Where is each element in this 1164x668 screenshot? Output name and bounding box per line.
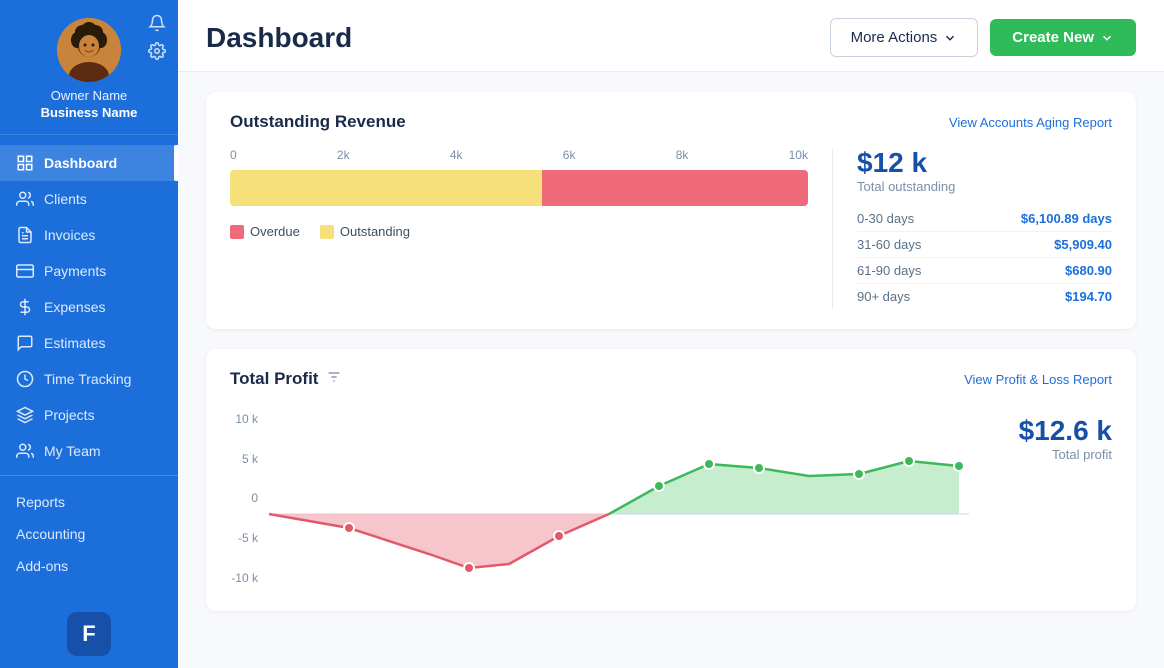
outstanding-revenue-card: Outstanding Revenue View Accounts Aging … xyxy=(206,92,1136,329)
outstanding-revenue-title: Outstanding Revenue xyxy=(230,112,406,132)
create-new-button[interactable]: Create New xyxy=(990,19,1136,56)
page-title: Dashboard xyxy=(206,22,352,54)
aging-row-3: 90+ days $194.70 xyxy=(857,284,1112,309)
filter-icon[interactable] xyxy=(326,369,342,390)
business-name: Business Name xyxy=(41,105,138,120)
more-actions-button[interactable]: More Actions xyxy=(830,18,979,57)
sidebar-item-label: Expenses xyxy=(44,299,105,315)
my-team-icon xyxy=(16,442,34,460)
bar-legend: Overdue Outstanding xyxy=(230,224,808,239)
sidebar-item-accounting[interactable]: Accounting xyxy=(0,518,178,550)
estimates-icon xyxy=(16,334,34,352)
aging-value: $6,100.89 days xyxy=(1021,211,1112,226)
topbar: Dashboard More Actions Create New xyxy=(178,0,1164,72)
sidebar-item-estimates[interactable]: Estimates xyxy=(0,325,178,361)
aging-value: $680.90 xyxy=(1065,263,1112,278)
sidebar-item-label: Dashboard xyxy=(44,155,117,171)
time-tracking-icon xyxy=(16,370,34,388)
expenses-icon xyxy=(16,298,34,316)
view-profit-loss-link[interactable]: View Profit & Loss Report xyxy=(964,372,1112,387)
aging-row-2: 61-90 days $680.90 xyxy=(857,258,1112,284)
payments-icon xyxy=(16,262,34,280)
overdue-legend-dot xyxy=(230,225,244,239)
sidebar-item-my-team[interactable]: My Team xyxy=(0,433,178,469)
aging-label: 31-60 days xyxy=(857,237,921,252)
total-profit-title: Total Profit xyxy=(230,369,318,389)
sidebar-item-label: Time Tracking xyxy=(44,371,131,387)
aging-value: $5,909.40 xyxy=(1054,237,1112,252)
sidebar-item-label: Estimates xyxy=(44,335,105,351)
sidebar: Owner Name Business Name Dashboard Clien… xyxy=(0,0,178,668)
profit-chart-svg-wrapper xyxy=(266,406,972,591)
revenue-total-amount: $12 k xyxy=(857,148,1112,179)
aging-row-0: 0-30 days $6,100.89 days xyxy=(857,206,1112,232)
settings-icon[interactable] xyxy=(148,42,166,60)
revenue-chart-area: 0 2k 4k 6k 8k 10k xyxy=(230,148,1112,309)
aging-label: 61-90 days xyxy=(857,263,921,278)
sidebar-item-time-tracking[interactable]: Time Tracking xyxy=(0,361,178,397)
sidebar-bottom-links: Reports Accounting Add-ons xyxy=(0,482,178,586)
view-accounts-aging-link[interactable]: View Accounts Aging Report xyxy=(949,115,1112,130)
outstanding-legend-item: Outstanding xyxy=(320,224,410,239)
aging-row-1: 31-60 days $5,909.40 xyxy=(857,232,1112,258)
sidebar-item-clients[interactable]: Clients xyxy=(0,181,178,217)
bar-outstanding xyxy=(230,170,542,206)
freshbooks-logo: F xyxy=(67,612,111,656)
sidebar-item-expenses[interactable]: Expenses xyxy=(0,289,178,325)
chevron-down-icon xyxy=(1100,31,1114,45)
sidebar-footer: F xyxy=(0,600,178,668)
card-header: Total Profit View Profit & Loss Report xyxy=(230,369,1112,390)
invoices-icon xyxy=(16,226,34,244)
outstanding-legend-label: Outstanding xyxy=(340,224,410,239)
clients-icon xyxy=(16,190,34,208)
sidebar-item-reports[interactable]: Reports xyxy=(0,486,178,518)
profit-total-amount: $12.6 k xyxy=(1019,416,1112,447)
sidebar-item-projects[interactable]: Projects xyxy=(0,397,178,433)
sidebar-item-add-ons[interactable]: Add-ons xyxy=(0,550,178,582)
notification-icon[interactable] xyxy=(148,14,166,32)
total-profit-card: Total Profit View Profit & Loss Report 1… xyxy=(206,349,1136,611)
bar-axis: 0 2k 4k 6k 8k 10k xyxy=(230,148,808,162)
sidebar-item-label: Invoices xyxy=(44,227,95,243)
profit-summary: $12.6 k Total profit xyxy=(992,406,1112,462)
sidebar-item-label: Projects xyxy=(44,407,95,423)
card-header: Outstanding Revenue View Accounts Aging … xyxy=(230,112,1112,132)
dashboard-icon xyxy=(16,154,34,172)
content-area: Outstanding Revenue View Accounts Aging … xyxy=(178,72,1164,668)
bar-overdue xyxy=(542,170,808,206)
sidebar-item-invoices[interactable]: Invoices xyxy=(0,217,178,253)
sidebar-item-label: Accounting xyxy=(16,526,85,542)
sidebar-item-label: Payments xyxy=(44,263,106,279)
overdue-legend-item: Overdue xyxy=(230,224,300,239)
aging-label: 90+ days xyxy=(857,289,910,304)
profit-total-label: Total profit xyxy=(1052,447,1112,462)
sidebar-item-label: Reports xyxy=(16,494,65,510)
profit-chart-container: 10 k 5 k 0 -5 k -10 k xyxy=(230,406,1112,591)
topbar-actions: More Actions Create New xyxy=(830,18,1136,57)
chevron-down-icon xyxy=(943,31,957,45)
sidebar-item-payments[interactable]: Payments xyxy=(0,253,178,289)
sidebar-item-dashboard[interactable]: Dashboard xyxy=(0,145,178,181)
main-content: Dashboard More Actions Create New Outsta… xyxy=(178,0,1164,668)
sidebar-item-label: Clients xyxy=(44,191,87,207)
profit-card-header: Total Profit xyxy=(230,369,342,390)
sidebar-nav: Dashboard Clients Invoices Payments xyxy=(0,135,178,600)
sidebar-profile-section: Owner Name Business Name xyxy=(0,0,178,135)
revenue-bar-section: 0 2k 4k 6k 8k 10k xyxy=(230,148,808,309)
aging-label: 0-30 days xyxy=(857,211,914,226)
sidebar-divider xyxy=(0,475,178,476)
overdue-legend-label: Overdue xyxy=(250,224,300,239)
avatar[interactable] xyxy=(57,18,121,82)
owner-name: Owner Name xyxy=(51,88,128,103)
sidebar-item-label: My Team xyxy=(44,443,101,459)
profit-chart-svg xyxy=(266,406,972,586)
outstanding-legend-dot xyxy=(320,225,334,239)
sidebar-item-label: Add-ons xyxy=(16,558,68,574)
revenue-bar-track xyxy=(230,170,808,206)
revenue-summary: $12 k Total outstanding 0-30 days $6,100… xyxy=(832,148,1112,309)
projects-icon xyxy=(16,406,34,424)
aging-value: $194.70 xyxy=(1065,289,1112,304)
y-axis-labels: 10 k 5 k 0 -5 k -10 k xyxy=(230,406,266,591)
revenue-total-label: Total outstanding xyxy=(857,179,1112,194)
